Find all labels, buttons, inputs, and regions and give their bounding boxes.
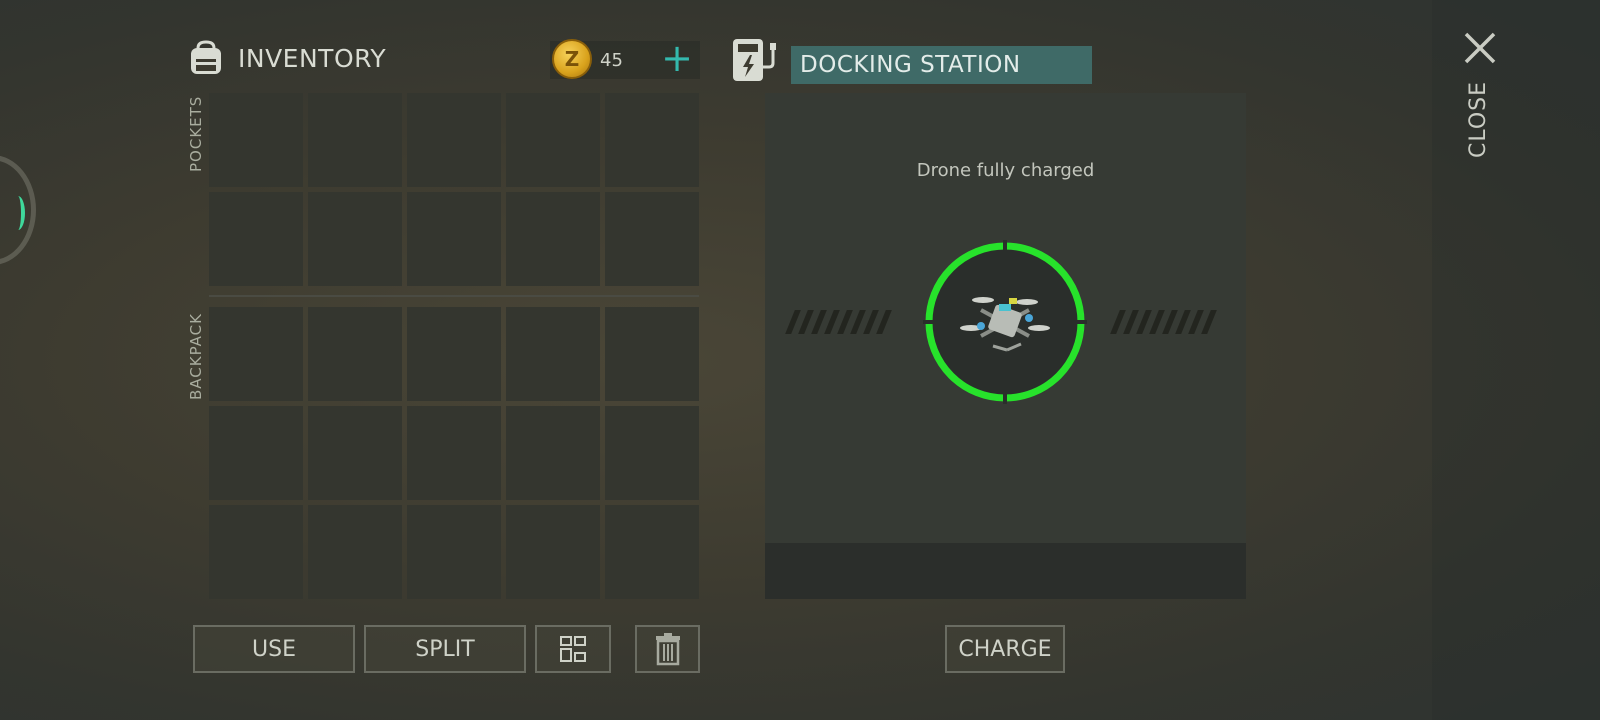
grid-sort-icon [560, 636, 586, 662]
backpack-slot[interactable] [209, 406, 303, 500]
pocket-slot[interactable] [506, 192, 600, 286]
use-button[interactable]: USE [193, 625, 355, 673]
backpack-slot[interactable] [506, 505, 600, 599]
backpack-slot[interactable] [308, 307, 402, 401]
pockets-label: POCKETS [187, 95, 205, 172]
backpack-slot[interactable] [605, 505, 699, 599]
delete-button[interactable] [635, 625, 700, 673]
charge-button[interactable]: CHARGE [945, 625, 1065, 673]
inventory-header: INVENTORY [186, 38, 386, 78]
backpack-grid [209, 307, 699, 599]
pocket-slot[interactable] [209, 93, 303, 187]
section-divider [209, 295, 699, 297]
backpack-slot[interactable] [506, 307, 600, 401]
joystick-indicator [11, 196, 25, 230]
split-button[interactable]: SPLIT [364, 625, 526, 673]
close-icon[interactable] [1462, 30, 1498, 66]
pocket-slot[interactable] [308, 192, 402, 286]
backpack-slot[interactable] [506, 406, 600, 500]
docking-station-title: DOCKING STATION [791, 46, 1092, 84]
coin-icon: Z [552, 39, 592, 79]
backpack-slot[interactable] [407, 505, 501, 599]
currency-count: 45 [600, 50, 623, 71]
left-hazard-stripes [785, 310, 894, 334]
backpack-slot[interactable] [209, 307, 303, 401]
add-currency-button[interactable]: + [660, 39, 694, 78]
sort-button[interactable] [535, 625, 611, 673]
backpack-slot[interactable] [605, 406, 699, 500]
right-hazard-stripes [1110, 310, 1219, 334]
trash-icon [655, 633, 680, 666]
backpack-label: BACKPACK [187, 313, 205, 400]
inventory-title: INVENTORY [238, 43, 387, 73]
backpack-slot[interactable] [209, 505, 303, 599]
pocket-slot[interactable] [308, 93, 402, 187]
pocket-slot[interactable] [407, 93, 501, 187]
backpack-slot[interactable] [407, 406, 501, 500]
backpack-slot[interactable] [605, 307, 699, 401]
backpack-slot[interactable] [308, 505, 402, 599]
charging-station-icon [733, 39, 776, 81]
coin-symbol: Z [564, 47, 580, 71]
left-joystick-widget[interactable] [0, 155, 36, 265]
docking-panel-footer [765, 543, 1246, 599]
pockets-grid [209, 93, 699, 286]
pocket-slot[interactable] [605, 192, 699, 286]
backpack-slot[interactable] [308, 406, 402, 500]
close-button-label[interactable]: CLOSE [1466, 81, 1491, 158]
pocket-slot[interactable] [407, 192, 501, 286]
backpack-icon [191, 40, 221, 74]
right-side-panel [1432, 0, 1600, 720]
backpack-slot[interactable] [407, 307, 501, 401]
drone-status-text: Drone fully charged [916, 160, 1095, 181]
pocket-slot[interactable] [506, 93, 600, 187]
pocket-slot[interactable] [209, 192, 303, 286]
drone-slot[interactable] [921, 238, 1089, 406]
pocket-slot[interactable] [605, 93, 699, 187]
